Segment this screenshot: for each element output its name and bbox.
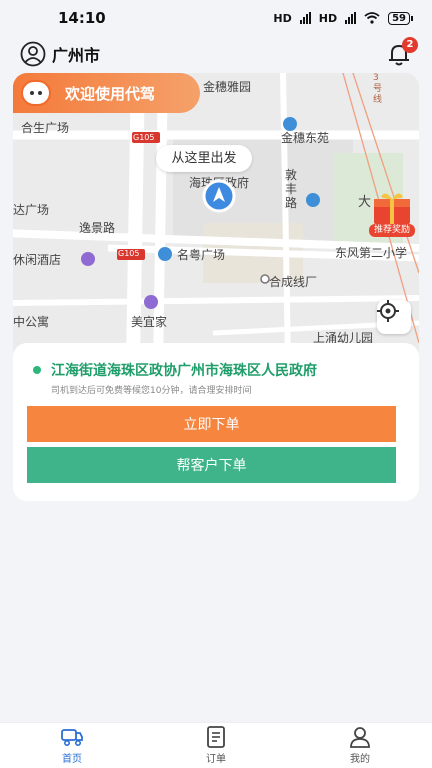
locate-icon: [377, 300, 399, 322]
map-label-da-plaza: 达广场: [13, 203, 50, 217]
city-name: 广州市: [52, 46, 101, 65]
pickup-dot-icon: [33, 366, 41, 374]
map-label-line3: 3号线: [373, 73, 383, 105]
order-card: 江海街道海珠区政协广州市海珠区人民政府 司机到达后可免费等候您10分钟，请合理安…: [13, 343, 419, 501]
city-selector[interactable]: 广州市: [20, 41, 100, 67]
map-label-leisure-hotel: 休闲酒店: [13, 253, 62, 267]
depart-tooltip: 从这里出发: [156, 145, 252, 172]
map-label-jinsui-east: 金穗东苑: [281, 131, 330, 145]
bottom-tab-bar: 首页 订单 我的: [0, 722, 432, 768]
pickup-address-text: 江海街道海珠区政协广州市海珠区人民政府: [51, 363, 317, 379]
pickup-address[interactable]: 江海街道海珠区政协广州市海珠区人民政府: [33, 360, 317, 380]
status-time: 14:10: [58, 9, 106, 27]
map-label-meiyijia: 美宜家: [131, 315, 168, 329]
notification-button[interactable]: 2: [384, 37, 418, 69]
status-bar: 14:10 HD HD 59: [0, 0, 432, 36]
reward-label: 推荐奖励: [369, 224, 415, 237]
wifi-icon: [364, 12, 380, 24]
map-roads: [13, 73, 419, 363]
tab-home-label: 首页: [62, 754, 82, 765]
map-label-jinsui-garden: 金穗雅园: [203, 80, 252, 94]
app-header: 广州市 2: [0, 36, 432, 72]
wait-hint: 司机到达后可免费等候您10分钟，请合理安排时间: [51, 386, 252, 396]
map-label-dunfeng-road: 敦丰路: [285, 168, 298, 210]
document-icon: [207, 726, 225, 748]
map-label-mingyue-plaza: 名粤广场: [177, 248, 226, 262]
map-view[interactable]: 金穗雅园 合生广场 金穗东苑 G105 海珠区政府 敦丰路 达广场 大 逸景路 …: [13, 73, 419, 363]
tab-orders-label: 订单: [206, 754, 226, 765]
map-label-g105-a: G105: [133, 133, 155, 142]
reward-button[interactable]: 推荐奖励: [367, 189, 417, 237]
order-for-customer-button[interactable]: 帮客户下单: [27, 447, 396, 483]
map-label-apartment: 中公寓: [13, 315, 50, 329]
map-label-hecheng-line: 合成线厂: [269, 275, 318, 289]
mascot-icon: [21, 80, 51, 106]
tab-orders[interactable]: 订单: [176, 726, 256, 765]
signal-icon: [299, 12, 311, 24]
tab-profile[interactable]: 我的: [320, 726, 400, 765]
welcome-banner: 欢迎使用代驾: [13, 73, 200, 113]
map-label-hesheng-plaza: 合生广场: [21, 121, 70, 135]
network-label-2: HD: [318, 11, 338, 25]
map-label-yijing-road: 逸景路: [79, 221, 116, 235]
location-pin-icon: [202, 179, 236, 213]
battery-icon: 59: [388, 11, 413, 25]
user-icon: [350, 727, 370, 748]
map-label-dongfeng-school: 东风第二小学: [335, 246, 408, 260]
locate-button[interactable]: [377, 300, 411, 334]
network-label: HD: [273, 11, 292, 25]
signal-icon-2: [345, 12, 357, 24]
user-avatar-icon: [20, 41, 46, 67]
tab-profile-label: 我的: [350, 754, 370, 765]
gift-box-icon: [374, 193, 410, 225]
status-icons: HD HD 59: [273, 11, 413, 25]
notification-badge: 2: [402, 37, 418, 53]
order-now-button[interactable]: 立即下单: [27, 406, 396, 442]
map-label-g105-b: G105: [118, 249, 140, 258]
car-icon: [61, 729, 83, 747]
welcome-text: 欢迎使用代驾: [65, 84, 156, 103]
tab-home[interactable]: 首页: [32, 726, 112, 765]
